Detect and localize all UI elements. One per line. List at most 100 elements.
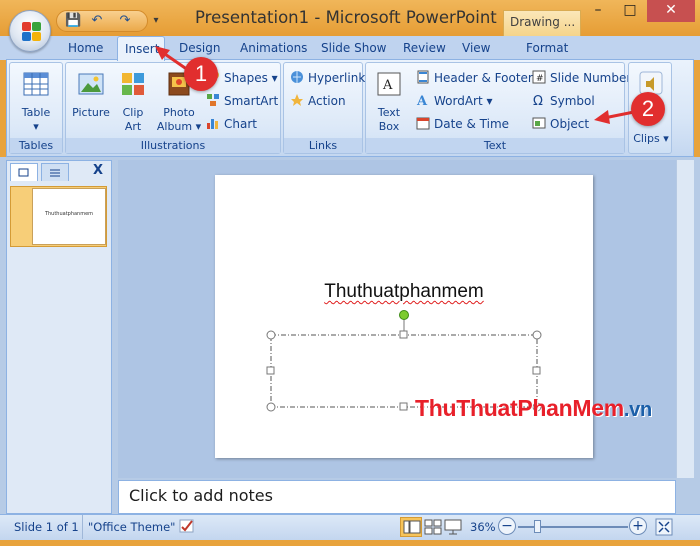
callout-1: 1 bbox=[184, 57, 218, 91]
tab-review[interactable]: Review bbox=[403, 41, 446, 55]
table-icon bbox=[23, 72, 49, 96]
notes-pane[interactable]: Click to add notes bbox=[118, 480, 676, 514]
clip-art-label-1: Clip bbox=[122, 106, 144, 119]
slide-thumbnail[interactable]: Thuthuatphanmem bbox=[10, 186, 107, 247]
group-label-illustrations: Illustrations bbox=[66, 138, 280, 153]
save-icon[interactable]: 💾 bbox=[65, 13, 81, 29]
watermark-part: Phan bbox=[517, 395, 573, 421]
watermark-part: Mem bbox=[572, 395, 624, 421]
date-time-label: Date & Time bbox=[434, 117, 510, 131]
resize-handle[interactable] bbox=[399, 330, 408, 339]
action-button[interactable]: Action bbox=[290, 91, 346, 111]
symbol-button[interactable]: Ω Symbol bbox=[532, 91, 595, 111]
group-text: A Text Box Header & Footer A WordArt ▾ Da… bbox=[365, 62, 631, 154]
clip-art-label-2: Art bbox=[124, 120, 142, 133]
chart-button[interactable]: Chart bbox=[206, 114, 257, 134]
text-box-icon: A bbox=[377, 72, 401, 96]
thumbnail-text: Thuthuatphanmem bbox=[44, 211, 94, 217]
picture-icon bbox=[78, 73, 104, 95]
office-button[interactable] bbox=[9, 10, 51, 52]
slide-info: Slide 1 of 1 bbox=[14, 520, 79, 534]
tab-view[interactable]: View bbox=[462, 41, 490, 55]
header-footer-icon bbox=[417, 70, 429, 84]
fit-to-window-icon[interactable] bbox=[655, 518, 673, 536]
zoom-slider-thumb[interactable] bbox=[534, 520, 541, 533]
object-label: Object bbox=[550, 117, 590, 131]
smartart-button[interactable]: SmartArt bbox=[206, 91, 278, 111]
clips-label: Clips ▾ bbox=[633, 132, 669, 145]
text-box-button[interactable]: A Text Box bbox=[370, 69, 408, 134]
hyperlink-icon bbox=[291, 71, 303, 83]
picture-button[interactable]: Picture bbox=[70, 69, 112, 120]
slides-tab-icon bbox=[18, 168, 29, 177]
object-button[interactable]: Object bbox=[532, 114, 589, 134]
zoom-level[interactable]: 36% bbox=[470, 520, 496, 534]
resize-handle[interactable] bbox=[266, 402, 276, 412]
photo-album-label-2: Album ▾ bbox=[156, 120, 202, 133]
chart-label: Chart bbox=[224, 117, 257, 131]
tab-home[interactable]: Home bbox=[68, 41, 103, 55]
wordart-icon: A bbox=[416, 94, 428, 107]
slide-number-button[interactable]: # Slide Number bbox=[532, 68, 631, 88]
maximize-button[interactable]: □ bbox=[615, 0, 645, 22]
close-button[interactable]: ✕ bbox=[647, 0, 695, 22]
svg-text:A: A bbox=[416, 94, 428, 107]
header-footer-button[interactable]: Header & Footer bbox=[416, 68, 533, 88]
hyperlink-button[interactable]: Hyperlink bbox=[290, 68, 365, 88]
callout-2: 2 bbox=[631, 92, 665, 126]
resize-handle[interactable] bbox=[399, 402, 408, 411]
tab-slide-show[interactable]: Slide Show bbox=[321, 41, 386, 55]
clip-art-button[interactable]: Clip Art bbox=[116, 69, 150, 134]
slide-title-span: Thuthuatphanmem bbox=[324, 281, 484, 302]
resize-handle[interactable] bbox=[532, 330, 542, 340]
redo-icon[interactable]: ↷ bbox=[117, 13, 133, 29]
normal-view-icon bbox=[403, 520, 421, 534]
slide-title-text[interactable]: Thuthuatphanmem bbox=[215, 281, 593, 303]
header-footer-label: Header & Footer bbox=[434, 71, 533, 85]
zoom-out-button[interactable]: − bbox=[498, 517, 516, 535]
slide-show-icon[interactable] bbox=[444, 519, 462, 535]
outline-tab-icon bbox=[50, 169, 60, 177]
minimize-button[interactable]: – bbox=[583, 0, 613, 22]
vertical-scrollbar[interactable] bbox=[676, 160, 694, 478]
customize-qat-icon[interactable]: ▾ bbox=[150, 12, 162, 30]
clip-art-icon bbox=[122, 73, 144, 95]
table-button[interactable]: Table ▾ bbox=[13, 69, 59, 134]
contextual-tab-drawing: Drawing ... bbox=[503, 10, 581, 36]
resize-handle[interactable] bbox=[266, 366, 275, 375]
date-time-button[interactable]: Date & Time bbox=[416, 114, 509, 134]
slide-sorter-icon[interactable] bbox=[424, 519, 442, 535]
tab-format[interactable]: Format bbox=[526, 41, 568, 55]
resize-handle[interactable] bbox=[266, 330, 276, 340]
shapes-label: Shapes ▾ bbox=[224, 71, 278, 85]
theme-name: "Office Theme" bbox=[88, 520, 176, 534]
hyperlink-label: Hyperlink bbox=[308, 71, 366, 85]
smartart-label: SmartArt bbox=[224, 94, 279, 108]
action-icon bbox=[291, 94, 303, 106]
smartart-icon bbox=[207, 94, 219, 106]
wordart-label: WordArt ▾ bbox=[434, 94, 493, 108]
omega-icon: Ω bbox=[533, 94, 543, 107]
group-links: Hyperlink Action Links bbox=[283, 62, 365, 154]
outline-tab[interactable] bbox=[41, 163, 69, 181]
status-divider bbox=[82, 515, 83, 539]
action-label: Action bbox=[308, 94, 346, 108]
tab-animations[interactable]: Animations bbox=[240, 41, 307, 55]
resize-handle[interactable] bbox=[532, 366, 541, 375]
rotate-handle[interactable] bbox=[399, 310, 409, 320]
wordart-button[interactable]: A WordArt ▾ bbox=[416, 91, 493, 111]
watermark-part: Thuat bbox=[456, 395, 518, 421]
svg-text:#: # bbox=[536, 74, 544, 84]
thumbnail-canvas: Thuthuatphanmem bbox=[32, 188, 106, 245]
window-title: Presentation1 - Microsoft PowerPoint bbox=[195, 8, 497, 27]
close-pane-icon[interactable]: X bbox=[93, 163, 103, 178]
slides-tab[interactable] bbox=[10, 163, 38, 181]
undo-icon[interactable]: ↶ bbox=[89, 13, 105, 29]
date-time-icon bbox=[416, 117, 430, 130]
symbol-label: Symbol bbox=[550, 94, 595, 108]
spell-check-icon[interactable] bbox=[178, 518, 198, 536]
ribbon-tabs: Home Design Animations Slide Show Review… bbox=[0, 36, 700, 60]
zoom-in-button[interactable]: + bbox=[629, 517, 647, 535]
normal-view-button[interactable] bbox=[400, 517, 422, 537]
table-label: Table bbox=[21, 106, 51, 119]
